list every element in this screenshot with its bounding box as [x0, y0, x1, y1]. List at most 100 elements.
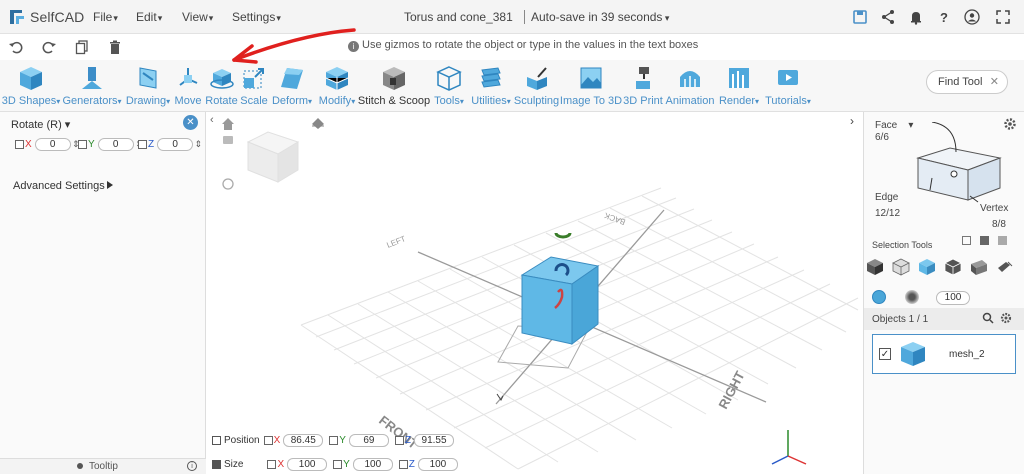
objects-settings-icon[interactable] [1000, 312, 1012, 324]
collapse-left-panel-icon[interactable]: ‹ [210, 114, 220, 126]
rotate-z-field[interactable]: Z 0 [138, 138, 202, 151]
brush-texture-icon[interactable] [905, 290, 919, 304]
selfcad-logo-icon [10, 10, 24, 24]
select-face-icon[interactable] [918, 258, 936, 276]
tooltip-icon [77, 463, 83, 469]
panel-title[interactable]: Rotate (R) ▾ [11, 118, 70, 131]
3d-print-icon [636, 67, 650, 89]
help-icon[interactable]: ? [936, 9, 952, 25]
select-vertex-icon[interactable] [970, 258, 988, 276]
select-polygon-icon[interactable] [892, 258, 910, 276]
3d-viewport[interactable]: LEFT BACK FRONT RIGHT ‹ [206, 112, 863, 474]
brush-size-stepper[interactable]: 100 [936, 291, 970, 305]
hint-text: Use gizmos to rotate the object or type … [362, 39, 699, 51]
tool-drawing[interactable]: Drawing [124, 60, 172, 112]
object-visible-checkbox[interactable]: ✓ [879, 348, 891, 360]
x-input[interactable]: 0 [34, 138, 80, 151]
select-edge-icon[interactable] [944, 258, 962, 276]
tool-3d-shapes[interactable]: 3D Shapes [2, 60, 60, 112]
position-z-input[interactable]: 91.55 [414, 434, 455, 447]
size-row: Size X 100 Y 100 Z 100 [212, 458, 458, 471]
size-icon [212, 460, 221, 469]
tool-utilities[interactable]: Utilities [469, 60, 513, 112]
hint-bar: i Use gizmos to rotate the object or type… [348, 39, 698, 52]
search-objects-icon[interactable] [982, 312, 994, 324]
tool-render[interactable]: Render [717, 60, 761, 112]
modify-icon [325, 67, 349, 90]
home-view-icon[interactable] [222, 118, 234, 130]
project-title[interactable]: Torus and cone_381 [404, 10, 513, 24]
edge-label: Edge [875, 192, 899, 203]
tool-tools[interactable]: Tools [431, 60, 467, 112]
main-toolbar: 3D Shapes Generators Drawing Move Rotate… [0, 60, 1024, 112]
tool-move[interactable]: Move [174, 60, 202, 112]
tooltip-bar[interactable]: Tooltip i [0, 458, 206, 474]
menu-view[interactable]: View [182, 10, 213, 24]
object-row-mesh-2[interactable]: ✓ mesh_2 [872, 334, 1016, 374]
share-icon[interactable] [880, 9, 896, 25]
light-icon[interactable] [312, 118, 324, 129]
collapse-right-panel-icon[interactable]: › [850, 114, 854, 128]
tool-animation[interactable]: Animation [665, 60, 715, 112]
position-y-input[interactable]: 69 [348, 434, 389, 447]
vertex-count: 8/8 [992, 219, 1006, 230]
globe-view-icon[interactable] [222, 178, 234, 190]
render-icon [729, 68, 749, 88]
scale-icon [243, 68, 264, 89]
delete-icon[interactable] [107, 39, 123, 55]
menu-edit[interactable]: Edit [136, 10, 162, 24]
redo-icon[interactable] [41, 39, 57, 55]
brush-color-icon[interactable] [872, 290, 886, 304]
menu-file[interactable]: File [93, 10, 118, 24]
clear-search-icon[interactable]: ✕ [990, 75, 999, 88]
tooltip-info-icon[interactable]: i [187, 461, 197, 471]
size-x-input[interactable]: 100 [287, 458, 328, 471]
notifications-bell-icon[interactable] [908, 9, 924, 25]
copy-icon[interactable] [74, 39, 90, 55]
select-mode-icon-3[interactable] [998, 236, 1007, 245]
z-input[interactable]: 0 [157, 138, 202, 151]
select-brush-icon[interactable] [996, 258, 1014, 276]
tool-stitch-scoop[interactable]: Stitch & Scoop [358, 60, 430, 112]
advanced-settings-toggle[interactable]: Advanced Settings [13, 180, 105, 192]
scene-canvas[interactable]: LEFT BACK FRONT RIGHT [206, 112, 863, 474]
close-panel-icon[interactable]: ✕ [183, 115, 198, 130]
y-input[interactable]: 0 [97, 138, 143, 151]
tool-3d-print[interactable]: 3D Print [623, 60, 663, 112]
select-mode-icon-2[interactable] [980, 236, 989, 245]
menu-settings[interactable]: Settings [232, 10, 281, 24]
svg-text:?: ? [940, 10, 948, 25]
image-to-3d-icon [580, 67, 602, 89]
z-checkbox[interactable] [138, 140, 147, 149]
rotate-gizmo-y-icon[interactable] [554, 232, 572, 239]
x-checkbox[interactable] [15, 140, 24, 149]
menu-bar: SelfCAD File Edit View Settings Torus an… [0, 0, 1024, 34]
autosave-status[interactable]: Auto-save in 39 seconds [524, 10, 669, 24]
undo-icon[interactable] [8, 39, 24, 55]
vertex-label: Vertex [980, 203, 1009, 214]
account-icon[interactable] [964, 9, 980, 25]
find-tool-input[interactable]: Find Tool ✕ [926, 70, 1008, 94]
view-cube[interactable] [246, 131, 300, 183]
rotate-x-field[interactable]: X 0 [15, 138, 80, 151]
tool-image-to-3d[interactable]: Image To 3D [560, 60, 622, 112]
rotate-panel: Rotate (R) ▾ ✕ X 0 Y 0 Z 0 Advanced Sett… [0, 112, 206, 474]
select-mode-icon-1[interactable] [962, 236, 971, 245]
selection-mode[interactable]: Face ▾ [875, 120, 913, 131]
position-x-input[interactable]: 86.45 [283, 434, 324, 447]
rotate-y-field[interactable]: Y 0 [78, 138, 143, 151]
size-z-input[interactable]: 100 [417, 458, 458, 471]
tool-generators[interactable]: Generators [62, 60, 122, 112]
drawing-icon [139, 67, 157, 89]
tutorials-icon [778, 70, 798, 85]
select-object-icon[interactable] [866, 258, 884, 276]
tool-sculpting[interactable]: Sculpting [514, 60, 559, 112]
size-y-input[interactable]: 100 [352, 458, 393, 471]
selfcad-logo[interactable]: SelfCAD [8, 7, 84, 27]
save-icon[interactable] [852, 9, 868, 25]
fullscreen-icon[interactable] [995, 9, 1011, 25]
camera-icon[interactable] [223, 136, 233, 144]
tool-tutorials[interactable]: Tutorials [763, 60, 813, 112]
expand-arrow-icon[interactable] [107, 181, 113, 189]
y-checkbox[interactable] [78, 140, 87, 149]
